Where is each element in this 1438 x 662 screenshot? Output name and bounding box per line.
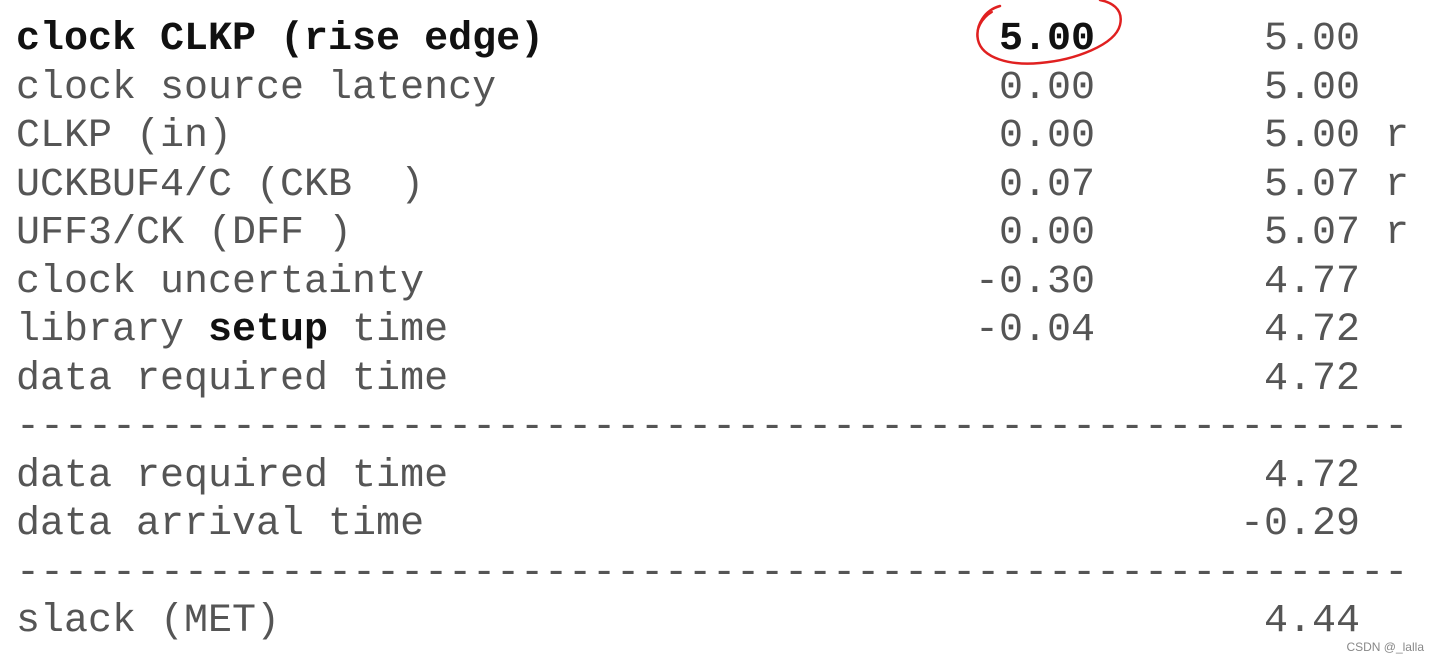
red-circle-annotation <box>976 0 1122 65</box>
watermark: CSDN @_lalla <box>1346 640 1424 654</box>
